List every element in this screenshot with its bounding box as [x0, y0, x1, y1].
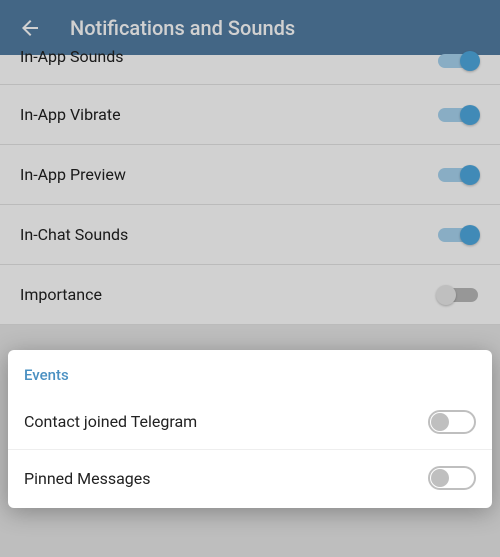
back-button[interactable]: [10, 8, 50, 48]
event-row[interactable]: Contact joined Telegram: [8, 394, 492, 450]
arrow-left-icon: [18, 16, 42, 40]
toggle-thumb: [436, 285, 456, 305]
setting-label: In-Chat Sounds: [20, 225, 128, 244]
settings-list-background: In-App Sounds In-App Vibrate In-App Prev…: [0, 55, 500, 325]
setting-row[interactable]: Importance: [0, 265, 500, 325]
toggle-thumb: [460, 51, 480, 71]
event-row[interactable]: Pinned Messages: [8, 450, 492, 506]
toggle-thumb: [431, 469, 449, 487]
toggle-in-app-vibrate[interactable]: [436, 103, 480, 127]
toggle-in-chat-sounds[interactable]: [436, 223, 480, 247]
setting-label: In-App Sounds: [20, 47, 124, 66]
section-gap: [0, 325, 500, 337]
toggle-in-app-sounds[interactable]: [436, 49, 480, 73]
toggle-thumb: [431, 413, 449, 431]
toggle-contact-joined[interactable]: [428, 410, 476, 434]
setting-row[interactable]: In-App Sounds: [0, 55, 500, 85]
setting-row[interactable]: In-App Vibrate: [0, 85, 500, 145]
toggle-importance[interactable]: [436, 283, 480, 307]
toggle-pinned-messages[interactable]: [428, 466, 476, 490]
page-title: Notifications and Sounds: [70, 16, 295, 40]
setting-label: Importance: [20, 285, 102, 304]
setting-row[interactable]: In-Chat Sounds: [0, 205, 500, 265]
setting-row[interactable]: In-App Preview: [0, 145, 500, 205]
event-label: Contact joined Telegram: [24, 412, 197, 431]
events-card: Events Contact joined Telegram Pinned Me…: [8, 350, 492, 508]
toggle-in-app-preview[interactable]: [436, 163, 480, 187]
section-header-events: Events: [8, 350, 492, 394]
toggle-thumb: [460, 225, 480, 245]
toggle-thumb: [460, 105, 480, 125]
event-label: Pinned Messages: [24, 469, 151, 488]
setting-label: In-App Vibrate: [20, 105, 121, 124]
setting-label: In-App Preview: [20, 165, 126, 184]
toggle-thumb: [460, 165, 480, 185]
